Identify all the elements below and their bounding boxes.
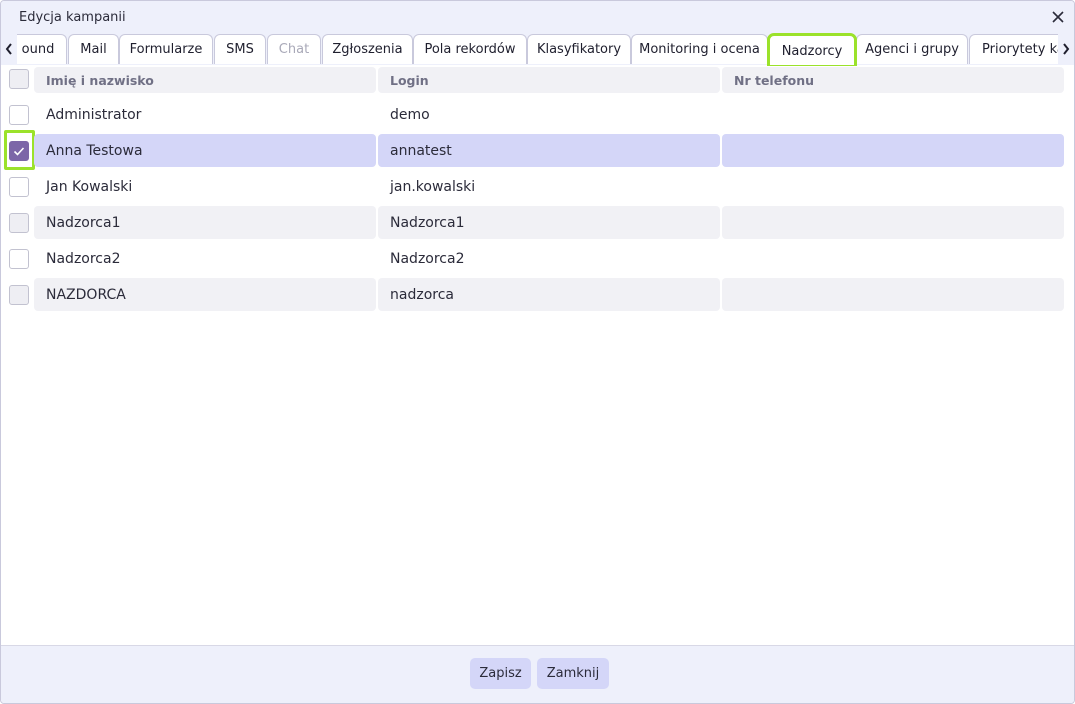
- tab-mail[interactable]: Mail: [68, 34, 119, 64]
- supervisors-table: Imię i nazwisko Login Nr telefonu Admini…: [1, 65, 1074, 645]
- cell-phone[interactable]: [722, 206, 1064, 239]
- cell-phone[interactable]: [722, 98, 1064, 131]
- tab-priorytety-kampanii[interactable]: Priorytety kampanii: [969, 34, 1060, 64]
- tab-outbound[interactable]: ound: [17, 34, 67, 64]
- column-header-login[interactable]: Login: [378, 67, 720, 93]
- cell-phone[interactable]: [722, 170, 1064, 203]
- chevron-left-icon[interactable]: [1, 33, 17, 64]
- cell-login[interactable]: annatest: [378, 134, 720, 167]
- close-icon[interactable]: [1048, 7, 1068, 27]
- cell-phone[interactable]: [722, 242, 1064, 275]
- cell-login[interactable]: demo: [378, 98, 720, 131]
- tab-monitoring-i-ocena[interactable]: Monitoring i ocena: [631, 34, 768, 64]
- row-checkbox[interactable]: [9, 249, 29, 269]
- cell-phone[interactable]: [722, 278, 1064, 311]
- tab-bar: ound Mail Formularze SMS Chat Zgłoszenia…: [1, 33, 1074, 66]
- cell-name[interactable]: Administrator: [34, 98, 376, 131]
- tab-klasyfikatory[interactable]: Klasyfikatory: [527, 34, 631, 64]
- cell-name[interactable]: Nadzorca1: [34, 206, 376, 239]
- focus-highlight: [4, 130, 35, 170]
- tabs-strip: ound Mail Formularze SMS Chat Zgłoszenia…: [17, 33, 1060, 66]
- column-header-name[interactable]: Imię i nazwisko: [34, 67, 376, 93]
- dialog-title: Edycja kampanii: [19, 10, 126, 25]
- column-header-phone[interactable]: Nr telefonu: [722, 67, 1064, 93]
- tab-nadzorcy[interactable]: Nadzorcy: [767, 33, 857, 66]
- row-checkbox[interactable]: [9, 177, 29, 197]
- row-checkbox[interactable]: [9, 105, 29, 125]
- cell-name[interactable]: Anna Testowa: [34, 134, 376, 167]
- tab-zgloszenia[interactable]: Zgłoszenia: [322, 34, 413, 64]
- chevron-right-icon[interactable]: [1058, 33, 1074, 64]
- tab-pola-rekordow[interactable]: Pola rekordów: [413, 34, 527, 64]
- cell-login[interactable]: Nadzorca2: [378, 242, 720, 275]
- row-checkbox[interactable]: [9, 285, 29, 305]
- tab-chat: Chat: [267, 34, 321, 64]
- cell-name[interactable]: Nadzorca2: [34, 242, 376, 275]
- select-all-checkbox[interactable]: [9, 69, 29, 89]
- cell-login[interactable]: nadzorca: [378, 278, 720, 311]
- cell-name[interactable]: Jan Kowalski: [34, 170, 376, 203]
- cell-login[interactable]: jan.kowalski: [378, 170, 720, 203]
- cell-name[interactable]: NAZDORCA: [34, 278, 376, 311]
- campaign-edit-dialog: Edycja kampanii ound Mail Formularze SMS…: [0, 0, 1075, 704]
- cell-login[interactable]: Nadzorca1: [378, 206, 720, 239]
- tab-sms[interactable]: SMS: [214, 34, 266, 64]
- cell-phone[interactable]: [722, 134, 1064, 167]
- dialog-titlebar: Edycja kampanii: [1, 1, 1074, 33]
- tab-formularze[interactable]: Formularze: [119, 34, 213, 64]
- dialog-footer: Zapisz Zamknij: [1, 645, 1074, 703]
- save-button[interactable]: Zapisz: [470, 658, 531, 689]
- row-checkbox[interactable]: [9, 213, 29, 233]
- close-button[interactable]: Zamknij: [537, 658, 609, 689]
- tab-agenci-i-grupy[interactable]: Agenci i grupy: [856, 34, 968, 64]
